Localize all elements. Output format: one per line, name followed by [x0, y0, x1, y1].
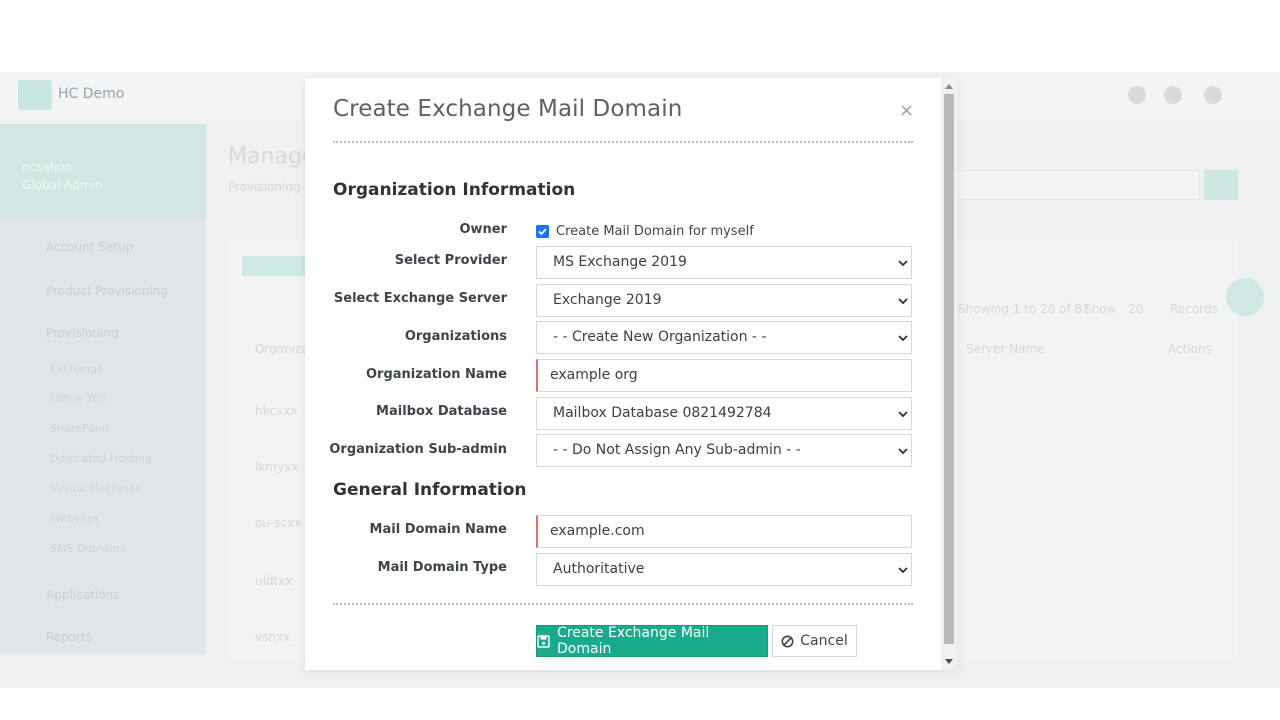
mail-domain-type-label: Mail Domain Type — [377, 560, 507, 575]
select-exchange-server-value: Exchange 2019 — [553, 292, 662, 308]
organizations-label: Organizations — [404, 329, 507, 344]
modal-title: Create Exchange Mail Domain — [333, 96, 683, 122]
owner-checkbox-row: Create Mail Domain for myself — [536, 222, 754, 240]
brand-name: HC Demo — [58, 86, 125, 102]
sidebar-item: Account Setup — [46, 240, 134, 254]
background-col-header: Server Name — [966, 342, 1045, 356]
chat-icon — [1226, 278, 1264, 316]
sidebar-item: Applications — [46, 588, 120, 602]
owner-checkbox-label[interactable]: Create Mail Domain for myself — [556, 224, 754, 239]
menu-icon — [18, 80, 52, 110]
notification-icon — [1128, 86, 1146, 104]
scroll-down-icon[interactable] — [945, 659, 953, 664]
background-search — [940, 170, 1200, 200]
organization-name-input[interactable]: example org — [536, 359, 912, 392]
mailbox-database-value: Mailbox Database 0821492784 — [553, 405, 772, 421]
select-provider-label: Select Provider — [394, 253, 507, 268]
mail-domain-type-dropdown[interactable]: Authoritative — [536, 553, 912, 586]
owner-checkbox[interactable] — [536, 224, 549, 238]
section-organization-information: Organization Information — [333, 180, 576, 200]
organization-name-label: Organization Name — [366, 367, 507, 382]
chevron-down-icon — [898, 411, 908, 418]
sidebar-subitem: SMS Domains — [50, 542, 126, 555]
sidebar-subitem: Exchange — [50, 362, 104, 375]
background-page-size: 20 — [1128, 302, 1144, 316]
organization-subadmin-label: Organization Sub-admin — [329, 442, 507, 457]
background-page-title: Manage — [228, 144, 316, 169]
create-mail-domain-button[interactable]: Create Exchange Mail Domain — [536, 625, 768, 657]
background-row: lkmyxx — [255, 460, 299, 474]
mail-domain-name-label: Mail Domain Name — [369, 522, 507, 537]
select-exchange-server-label: Select Exchange Server — [333, 291, 507, 306]
mail-domain-name-input[interactable]: example.com — [536, 515, 912, 548]
mailbox-database-label: Mailbox Database — [376, 404, 507, 419]
sidebar-item: Provisioning — [46, 326, 119, 340]
close-icon[interactable]: × — [899, 102, 914, 120]
sidebar-user: ncsahoo Global Admin — [0, 124, 206, 220]
divider — [333, 603, 913, 605]
organization-name-value: example org — [550, 367, 638, 383]
user-icon — [1204, 86, 1222, 104]
ban-icon — [781, 635, 794, 648]
chevron-down-icon — [898, 335, 908, 342]
owner-label: Owner — [459, 222, 507, 237]
divider — [333, 141, 913, 143]
background-col-header: Actions — [1168, 342, 1212, 356]
cancel-button[interactable]: Cancel — [772, 625, 857, 657]
organization-subadmin-dropdown[interactable]: - - Do Not Assign Any Sub-admin - - — [536, 434, 912, 467]
sidebar: ncsahoo Global Admin Account Setup Produ… — [0, 124, 206, 654]
chevron-down-icon — [898, 448, 908, 455]
user-name: ncsahoo — [22, 160, 73, 174]
scroll-thumb[interactable] — [944, 94, 954, 644]
check-icon — [538, 227, 547, 235]
background-row: hkcxxx — [255, 404, 298, 418]
user-role: Global Admin — [22, 178, 103, 192]
organization-subadmin-value: - - Do Not Assign Any Sub-admin - - — [553, 442, 801, 458]
select-provider-dropdown[interactable]: MS Exchange 2019 — [536, 246, 912, 279]
organizations-value: - - Create New Organization - - — [553, 329, 767, 345]
sidebar-item: Product Provisioning — [46, 284, 168, 298]
sidebar-subitem: SharePoint — [50, 422, 110, 435]
background-row: uldtxx — [255, 574, 293, 588]
chevron-down-icon — [898, 567, 908, 574]
chevron-down-icon — [898, 260, 908, 267]
background-row: ou-scxx — [255, 516, 302, 530]
background-records: Records — [1170, 302, 1218, 316]
sidebar-subitem: Office 365 — [50, 392, 107, 405]
create-mail-domain-label: Create Exchange Mail Domain — [557, 625, 710, 657]
mail-domain-name-value: example.com — [550, 523, 645, 539]
background-showing: Showing 1 to 20 of 87 — [958, 302, 1090, 316]
sidebar-item: Reports — [46, 630, 93, 644]
chevron-down-icon — [898, 298, 908, 305]
mailbox-database-dropdown[interactable]: Mailbox Database 0821492784 — [536, 397, 912, 430]
sidebar-subitem: Dedicated Hosting — [50, 452, 152, 465]
sidebar-subitem: Virtual Machines — [50, 482, 142, 495]
select-exchange-server-dropdown[interactable]: Exchange 2019 — [536, 284, 912, 317]
background-search-icon — [1204, 170, 1238, 200]
background-breadcrumb: Provisioning — [228, 180, 301, 194]
background-row: vsnxx — [255, 630, 291, 644]
mail-domain-type-value: Authoritative — [553, 561, 645, 577]
background-show: Show — [1084, 302, 1117, 316]
scroll-up-icon[interactable] — [945, 84, 953, 89]
save-icon — [537, 634, 550, 648]
settings-icon — [1164, 86, 1182, 104]
sidebar-subitem: Websites — [50, 512, 100, 525]
cancel-label: Cancel — [800, 633, 848, 649]
section-general-information: General Information — [333, 480, 527, 500]
background-create-button — [242, 256, 312, 276]
create-mail-domain-modal: Create Exchange Mail Domain × Organizati… — [305, 78, 957, 670]
select-provider-value: MS Exchange 2019 — [553, 254, 687, 270]
organizations-dropdown[interactable]: - - Create New Organization - - — [536, 321, 912, 354]
modal-scrollbar[interactable] — [941, 78, 957, 670]
